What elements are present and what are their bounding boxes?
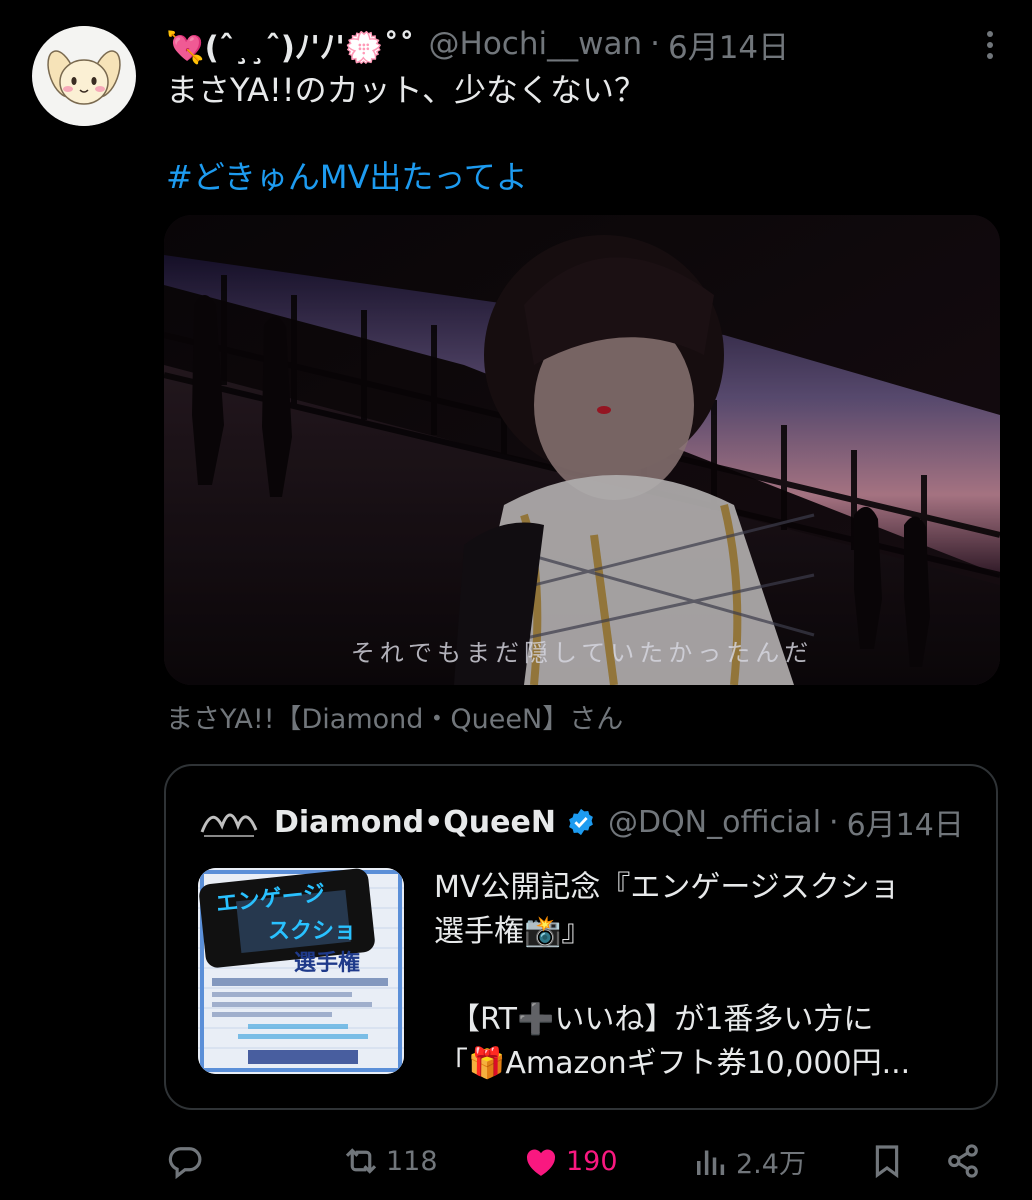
avatar-image bbox=[34, 26, 134, 126]
quote-thumbnail[interactable]: エンゲージ スクショ 選手権 bbox=[198, 868, 404, 1074]
svg-text:選手権: 選手権 bbox=[294, 950, 360, 976]
quote-handle[interactable]: @DQN_official bbox=[608, 805, 821, 840]
retweet-button[interactable]: 118 bbox=[340, 1138, 438, 1184]
quote-avatar[interactable] bbox=[198, 802, 260, 842]
video-still bbox=[164, 215, 1000, 685]
svg-text:スクショ: スクショ bbox=[268, 919, 356, 944]
media-subtitle: それでもまだ隠していたかったんだ bbox=[350, 639, 814, 667]
views-count: 2.4万 bbox=[736, 1148, 806, 1180]
bookmark-button[interactable] bbox=[866, 1138, 908, 1184]
reply-button[interactable] bbox=[164, 1138, 210, 1184]
thumbnail-image: エンゲージ スクショ 選手権 bbox=[198, 868, 404, 1074]
quoted-tweet[interactable]: Diamond•QueeN @DQN_official · 6月14日 エンゲー… bbox=[164, 764, 998, 1110]
heart-icon bbox=[526, 1149, 556, 1176]
views-icon bbox=[697, 1150, 725, 1175]
quote-header: Diamond•QueeN @DQN_official · 6月14日 bbox=[198, 800, 964, 844]
quote-author-name[interactable]: Diamond•QueeN bbox=[274, 805, 556, 840]
retweet-icon bbox=[345, 1148, 377, 1174]
separator: · bbox=[650, 26, 660, 62]
media-caption[interactable]: まさYA!!【Diamond・QueeN】さん bbox=[166, 700, 623, 740]
more-icon[interactable] bbox=[978, 28, 1002, 62]
quote-line: 選手権📸』 bbox=[434, 914, 592, 949]
share-button[interactable] bbox=[942, 1138, 984, 1184]
avatar[interactable] bbox=[32, 26, 136, 126]
like-button[interactable]: 190 bbox=[520, 1138, 618, 1184]
reply-icon bbox=[168, 1147, 202, 1180]
quote-line: 「🎁Amazonギフト券10,000円... bbox=[438, 1046, 911, 1081]
separator: · bbox=[829, 804, 839, 840]
verified-icon bbox=[566, 807, 596, 837]
retweet-count: 118 bbox=[386, 1145, 438, 1177]
hashtag-link[interactable]: #どきゅんMV出たってよ bbox=[166, 155, 528, 199]
author-name[interactable]: 💘(ˆ¸¸ˆ)ﾉ'ﾉ'💮˚˚ bbox=[166, 22, 415, 67]
quote-text: MV公開記念『エンゲージスクショ 選手権📸』 【RT➕いいね】が1番多い方に 「… bbox=[434, 866, 974, 1086]
tweet-date[interactable]: 6月14日 bbox=[668, 22, 789, 67]
like-count: 190 bbox=[566, 1145, 618, 1177]
views-button[interactable]: 2.4万 bbox=[690, 1138, 806, 1184]
quote-line bbox=[434, 954, 974, 998]
action-bar: 118 190 2.4万 bbox=[160, 1138, 990, 1184]
tweet-text: まさYA!!のカット、少なくない？ bbox=[166, 71, 646, 109]
share-icon bbox=[948, 1144, 978, 1178]
author-handle[interactable]: @Hochi__wan bbox=[429, 26, 643, 62]
quote-line: 【RT➕いいね】が1番多い方に bbox=[450, 1002, 874, 1037]
bookmark-icon bbox=[875, 1145, 899, 1179]
tweet-media[interactable]: それでもまだ隠していたかったんだ bbox=[164, 215, 1000, 685]
quote-date[interactable]: 6月14日 bbox=[847, 800, 964, 844]
tweet-header: 💘(ˆ¸¸ˆ)ﾉ'ﾉ'💮˚˚ @Hochi__wan · 6月14日 bbox=[166, 22, 1000, 66]
quote-line: MV公開記念『エンゲージスクショ bbox=[434, 870, 900, 905]
